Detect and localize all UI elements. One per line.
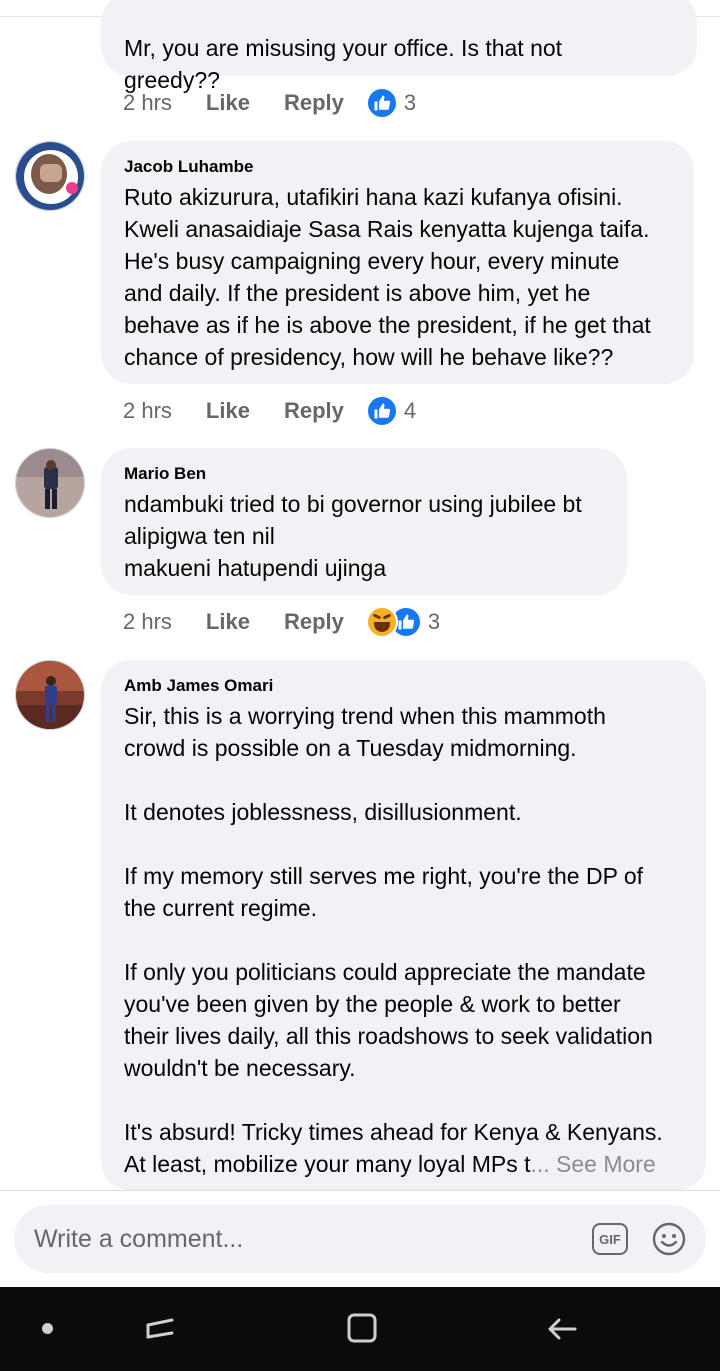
reaction-count: 4 [403,398,417,423]
reaction-count: 3 [403,90,417,115]
like-reaction-icon [365,395,398,427]
reaction-count: 3 [427,609,441,634]
commenter-name[interactable]: Mario Ben [124,464,607,484]
comment-text: ndambuki tried to bi governor using jubi… [124,491,582,581]
comment-actions: 2 hrs Like Reply 4 [123,393,416,429]
comment-text: Sir, this is a worrying trend when this … [124,700,686,1180]
recent-apps-icon[interactable] [142,1311,178,1347]
comment-bubble: Jacob Luhambe Ruto akizurura, utafikiri … [101,141,694,384]
like-button[interactable]: Like [206,609,250,635]
home-icon[interactable] [345,1311,379,1345]
back-icon[interactable] [545,1311,581,1347]
comment-text: Mr, you are misusing your office. Is tha… [124,35,563,93]
avatar[interactable] [15,141,85,211]
reply-button[interactable]: Reply [284,609,344,635]
comment-body: Sir, this is a worrying trend when this … [124,703,663,1177]
reply-button[interactable]: Reply [284,398,344,424]
comment-composer: GIF [14,1205,706,1273]
comment-actions: 2 hrs Like Reply 3 [123,85,416,121]
comment-time[interactable]: 2 hrs [123,90,172,116]
commenter-name[interactable]: Amb James Omari [124,676,686,696]
home-dot-icon[interactable] [42,1323,53,1334]
comment-input[interactable] [34,1205,574,1273]
avatar[interactable] [15,448,85,518]
comment-bubble: Mr, you are misusing your office. Is tha… [101,0,697,93]
comment-time[interactable]: 2 hrs [123,398,172,424]
emoji-icon[interactable] [652,1222,686,1256]
avatar[interactable] [15,660,85,730]
reactions-summary[interactable]: 3 [365,87,417,119]
reactions-summary[interactable]: 3 [365,606,441,638]
haha-reaction-icon [365,606,398,638]
see-more-ellipsis: ... [530,1151,550,1177]
see-more-link[interactable]: See More [556,1151,656,1177]
reply-button[interactable]: Reply [284,90,344,116]
comment-bubble: Mario Ben ndambuki tried to bi governor … [101,448,627,595]
gif-button[interactable]: GIF [592,1223,628,1255]
reactions-summary[interactable]: 4 [365,395,417,427]
comment-time[interactable]: 2 hrs [123,609,172,635]
commenter-name[interactable]: Jacob Luhambe [124,157,674,177]
comment-bubble: Amb James Omari Sir, this is a worrying … [101,660,706,1191]
like-button[interactable]: Like [206,90,250,116]
comment-actions: 2 hrs Like Reply 3 [123,604,440,640]
composer-divider [0,1190,720,1191]
like-button[interactable]: Like [206,398,250,424]
comment-text: Ruto akizurura, utafikiri hana kazi kufa… [124,184,651,370]
system-nav-bar [0,1287,720,1371]
like-reaction-icon [365,87,398,119]
